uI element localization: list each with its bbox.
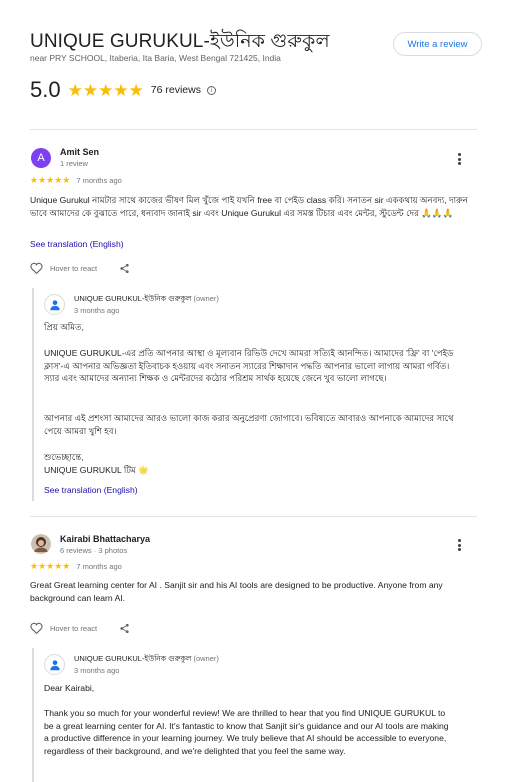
heart-icon[interactable]	[30, 262, 43, 274]
owner-response-time: 3 months ago	[74, 306, 120, 315]
divider	[30, 129, 477, 130]
rating-stars-icon: ★★★★★	[67, 80, 144, 100]
rating-summary: 5.0 ★★★★★ 76 reviews i	[30, 77, 216, 102]
info-icon[interactable]: i	[207, 85, 216, 95]
owner-response-paragraph: UNIQUE GURUKUL-এর প্রতি আপনার আস্থা ও মূ…	[44, 348, 454, 383]
owner-response-signature: UNIQUE GURUKUL টিম 🌟	[44, 465, 149, 475]
review-rating: ★★★★★ 7 months ago	[30, 175, 122, 186]
review-time: 7 months ago	[76, 176, 122, 185]
see-translation-link[interactable]: See translation (English)	[44, 485, 138, 495]
hover-to-react-label: Hover to react	[50, 623, 98, 633]
divider	[30, 516, 477, 517]
share-icon[interactable]	[119, 623, 130, 634]
reviewer-name[interactable]: Amit Sen	[60, 147, 99, 157]
owner-response: UNIQUE GURUKUL-ইউনিক গুরুকুল (owner) 3 m…	[32, 648, 472, 782]
owner-response-greeting: Dear Kairabi,	[44, 683, 95, 693]
share-icon[interactable]	[119, 263, 130, 274]
review-time: 7 months ago	[76, 562, 122, 571]
more-options-icon[interactable]	[454, 152, 464, 166]
review-card: Kairabi Bhattacharya 6 reviews · 3 photo…	[30, 532, 477, 782]
review-card: A Amit Sen 1 review ★★★★★ 7 months ago U…	[30, 145, 477, 505]
review-count[interactable]: 76 reviews	[151, 84, 201, 96]
reviewer-name[interactable]: Kairabi Bhattacharya	[60, 534, 150, 544]
owner-response-time: 3 months ago	[74, 666, 120, 675]
owner-name: UNIQUE GURUKUL-ইউনিক গুরুকুল (owner)	[74, 294, 219, 303]
owner-response-paragraph: Thank you so much for your wonderful rev…	[44, 708, 449, 756]
avatar[interactable]: A	[31, 148, 51, 168]
owner-name: UNIQUE GURUKUL-ইউনিক গুরুকুল (owner)	[74, 654, 219, 663]
hover-to-react-label: Hover to react	[50, 263, 98, 273]
person-icon	[49, 659, 60, 670]
review-rating: ★★★★★ 7 months ago	[30, 561, 122, 572]
review-actions: Hover to react	[30, 622, 130, 634]
reviewer-photo-avatar[interactable]	[31, 534, 51, 554]
owner-avatar	[44, 654, 65, 675]
rating-value: 5.0	[30, 77, 61, 102]
owner-response-paragraph: আপনার এই প্রশংসা আমাদের আরও ভালো কাজ করা…	[44, 413, 454, 436]
owner-response: UNIQUE GURUKUL-ইউনিক গুরুকুল (owner) 3 m…	[32, 288, 472, 501]
review-text: Unique Gurukul নামটার সাথে কাজের ভীষণ মি…	[30, 195, 468, 218]
write-review-button[interactable]: Write a review	[393, 32, 482, 56]
review-actions: Hover to react	[30, 262, 130, 274]
reviewer-meta: 1 review	[60, 159, 88, 168]
more-options-icon[interactable]	[454, 538, 464, 552]
person-icon	[49, 299, 60, 310]
review-stars-icon: ★★★★★	[30, 175, 71, 185]
reviewer-meta: 6 reviews · 3 photos	[60, 546, 128, 555]
owner-response-signoff: শুভেচ্ছান্তে,	[44, 452, 84, 462]
owner-response-greeting: প্রিয় অমিত,	[44, 322, 84, 332]
review-stars-icon: ★★★★★	[30, 561, 71, 571]
business-address: near PRY SCHOOL, Itaberia, Ita Baria, We…	[30, 53, 281, 63]
review-text: Great Great learning center for AI . San…	[30, 580, 443, 603]
owner-avatar	[44, 294, 65, 315]
heart-icon[interactable]	[30, 622, 43, 634]
see-translation-link[interactable]: See translation (English)	[30, 239, 124, 249]
